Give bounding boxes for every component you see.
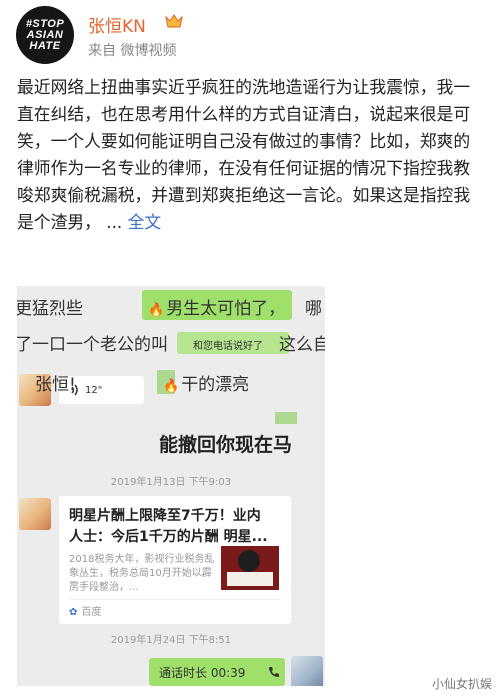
avatar-line-1: #STOP [25,17,65,30]
post-source: 来自 微博视频 [88,43,177,59]
post-ellipsis: ... [100,212,128,232]
user-avatar[interactable]: #STOP ASIAN HATE [16,6,74,64]
phone-icon [269,667,279,677]
contact-avatar[interactable] [19,498,51,530]
shared-article-card[interactable]: 明星片酬上限降至7千万！业内人士：今后1千万的片酬 明星... 2018税务大年… [59,496,291,624]
voice-duration: 12" [85,385,103,396]
article-title: 明星片酬上限降至7千万！业内人士：今后1千万的片酬 明星... [69,508,268,545]
fire-icon: 🔥 [148,303,165,318]
overlay-text-3: 了一口一个老公的叫 [17,335,168,355]
baidu-paw-icon: ✿ [69,607,78,618]
green-tint-mark [275,412,297,424]
chat-screenshot: 更猛烈些 🔥 男生太可怕了， 哪 了一口一个老公的叫 和您电话说好了 这么自 12… [17,286,325,686]
overlay-text-2b: 哪 [305,299,322,319]
self-avatar[interactable] [291,656,323,686]
article-source: ✿ 百度 [69,607,102,618]
watermark: 小仙女扒娱 [431,677,492,691]
fire-icon: 🔥 [163,379,180,394]
timestamp-1: 2019年1月13日 下午9:03 [110,477,232,488]
username[interactable]: 张恒KN [88,12,146,37]
avatar-line-3: HATE [29,39,61,52]
post-text: 最近网络上扭曲事实近乎疯狂的洗地造谣行为让我震惊，我一直在纠结，也在思考用什么样… [17,74,485,236]
article-thumbnail [221,546,279,590]
vip-crown-icon [165,14,183,28]
timestamp-2: 2019年1月24日 下午8:51 [110,635,232,646]
call-duration-text: 通话时长 00:39 [159,666,246,680]
call-note-text: 和您电话说好了 [193,341,263,352]
overlay-text-1: 更猛烈些 [17,299,83,319]
expand-full-link[interactable]: 全文 [128,212,162,232]
avatar-line-2: ASIAN [26,28,64,41]
overlay-text-7: 能撤回你现在马 [159,434,293,456]
card-divider [69,599,281,600]
overlay-text-2: 🔥 男生太可怕了， [148,299,286,319]
overlay-text-5: 张恒! [35,375,76,395]
article-description: 2018税务大年，影视行业税务乱象丛生，税务总局10月开始以霹雳手段整治，... [69,554,215,593]
overlay-text-6: 🔥 干的漂亮 [163,375,250,395]
overlay-text-4: 这么自 [279,335,325,355]
post-body: 最近网络上扭曲事实近乎疯狂的洗地造谣行为让我震惊，我一直在纠结，也在思考用什么样… [17,77,471,232]
